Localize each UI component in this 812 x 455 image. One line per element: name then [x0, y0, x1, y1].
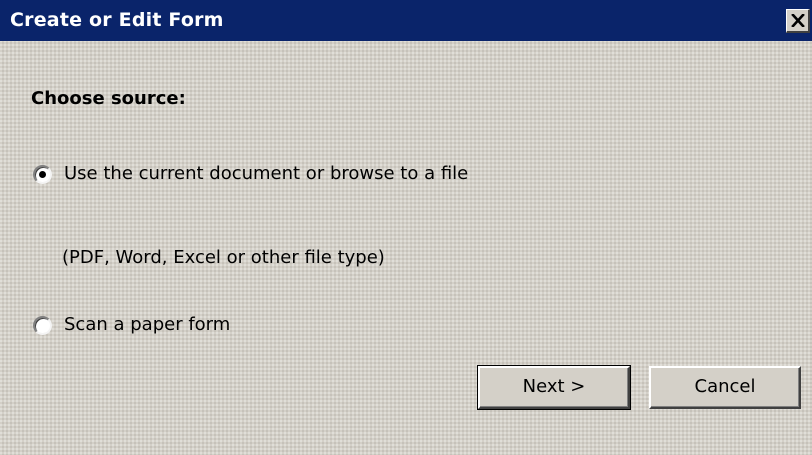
title-bar: Create or Edit Form	[0, 0, 812, 41]
choose-source-heading: Choose source:	[31, 88, 186, 109]
cancel-button[interactable]: Cancel	[649, 366, 801, 409]
create-edit-form-dialog: Create or Edit Form Choose source: Use t…	[0, 0, 812, 455]
file-type-hint: (PDF, Word, Excel or other file type)	[62, 247, 385, 268]
radio-selected-dot	[39, 171, 46, 178]
dialog-title: Create or Edit Form	[10, 9, 224, 31]
option-current-document-label[interactable]: Use the current document or browse to a …	[64, 163, 468, 184]
option-scan-paper-form-label[interactable]: Scan a paper form	[64, 314, 230, 335]
radio-scan-paper-form[interactable]	[33, 316, 52, 335]
close-icon	[791, 14, 805, 27]
next-button[interactable]: Next >	[477, 365, 631, 410]
close-button[interactable]	[786, 9, 810, 33]
radio-current-document[interactable]	[33, 165, 52, 184]
